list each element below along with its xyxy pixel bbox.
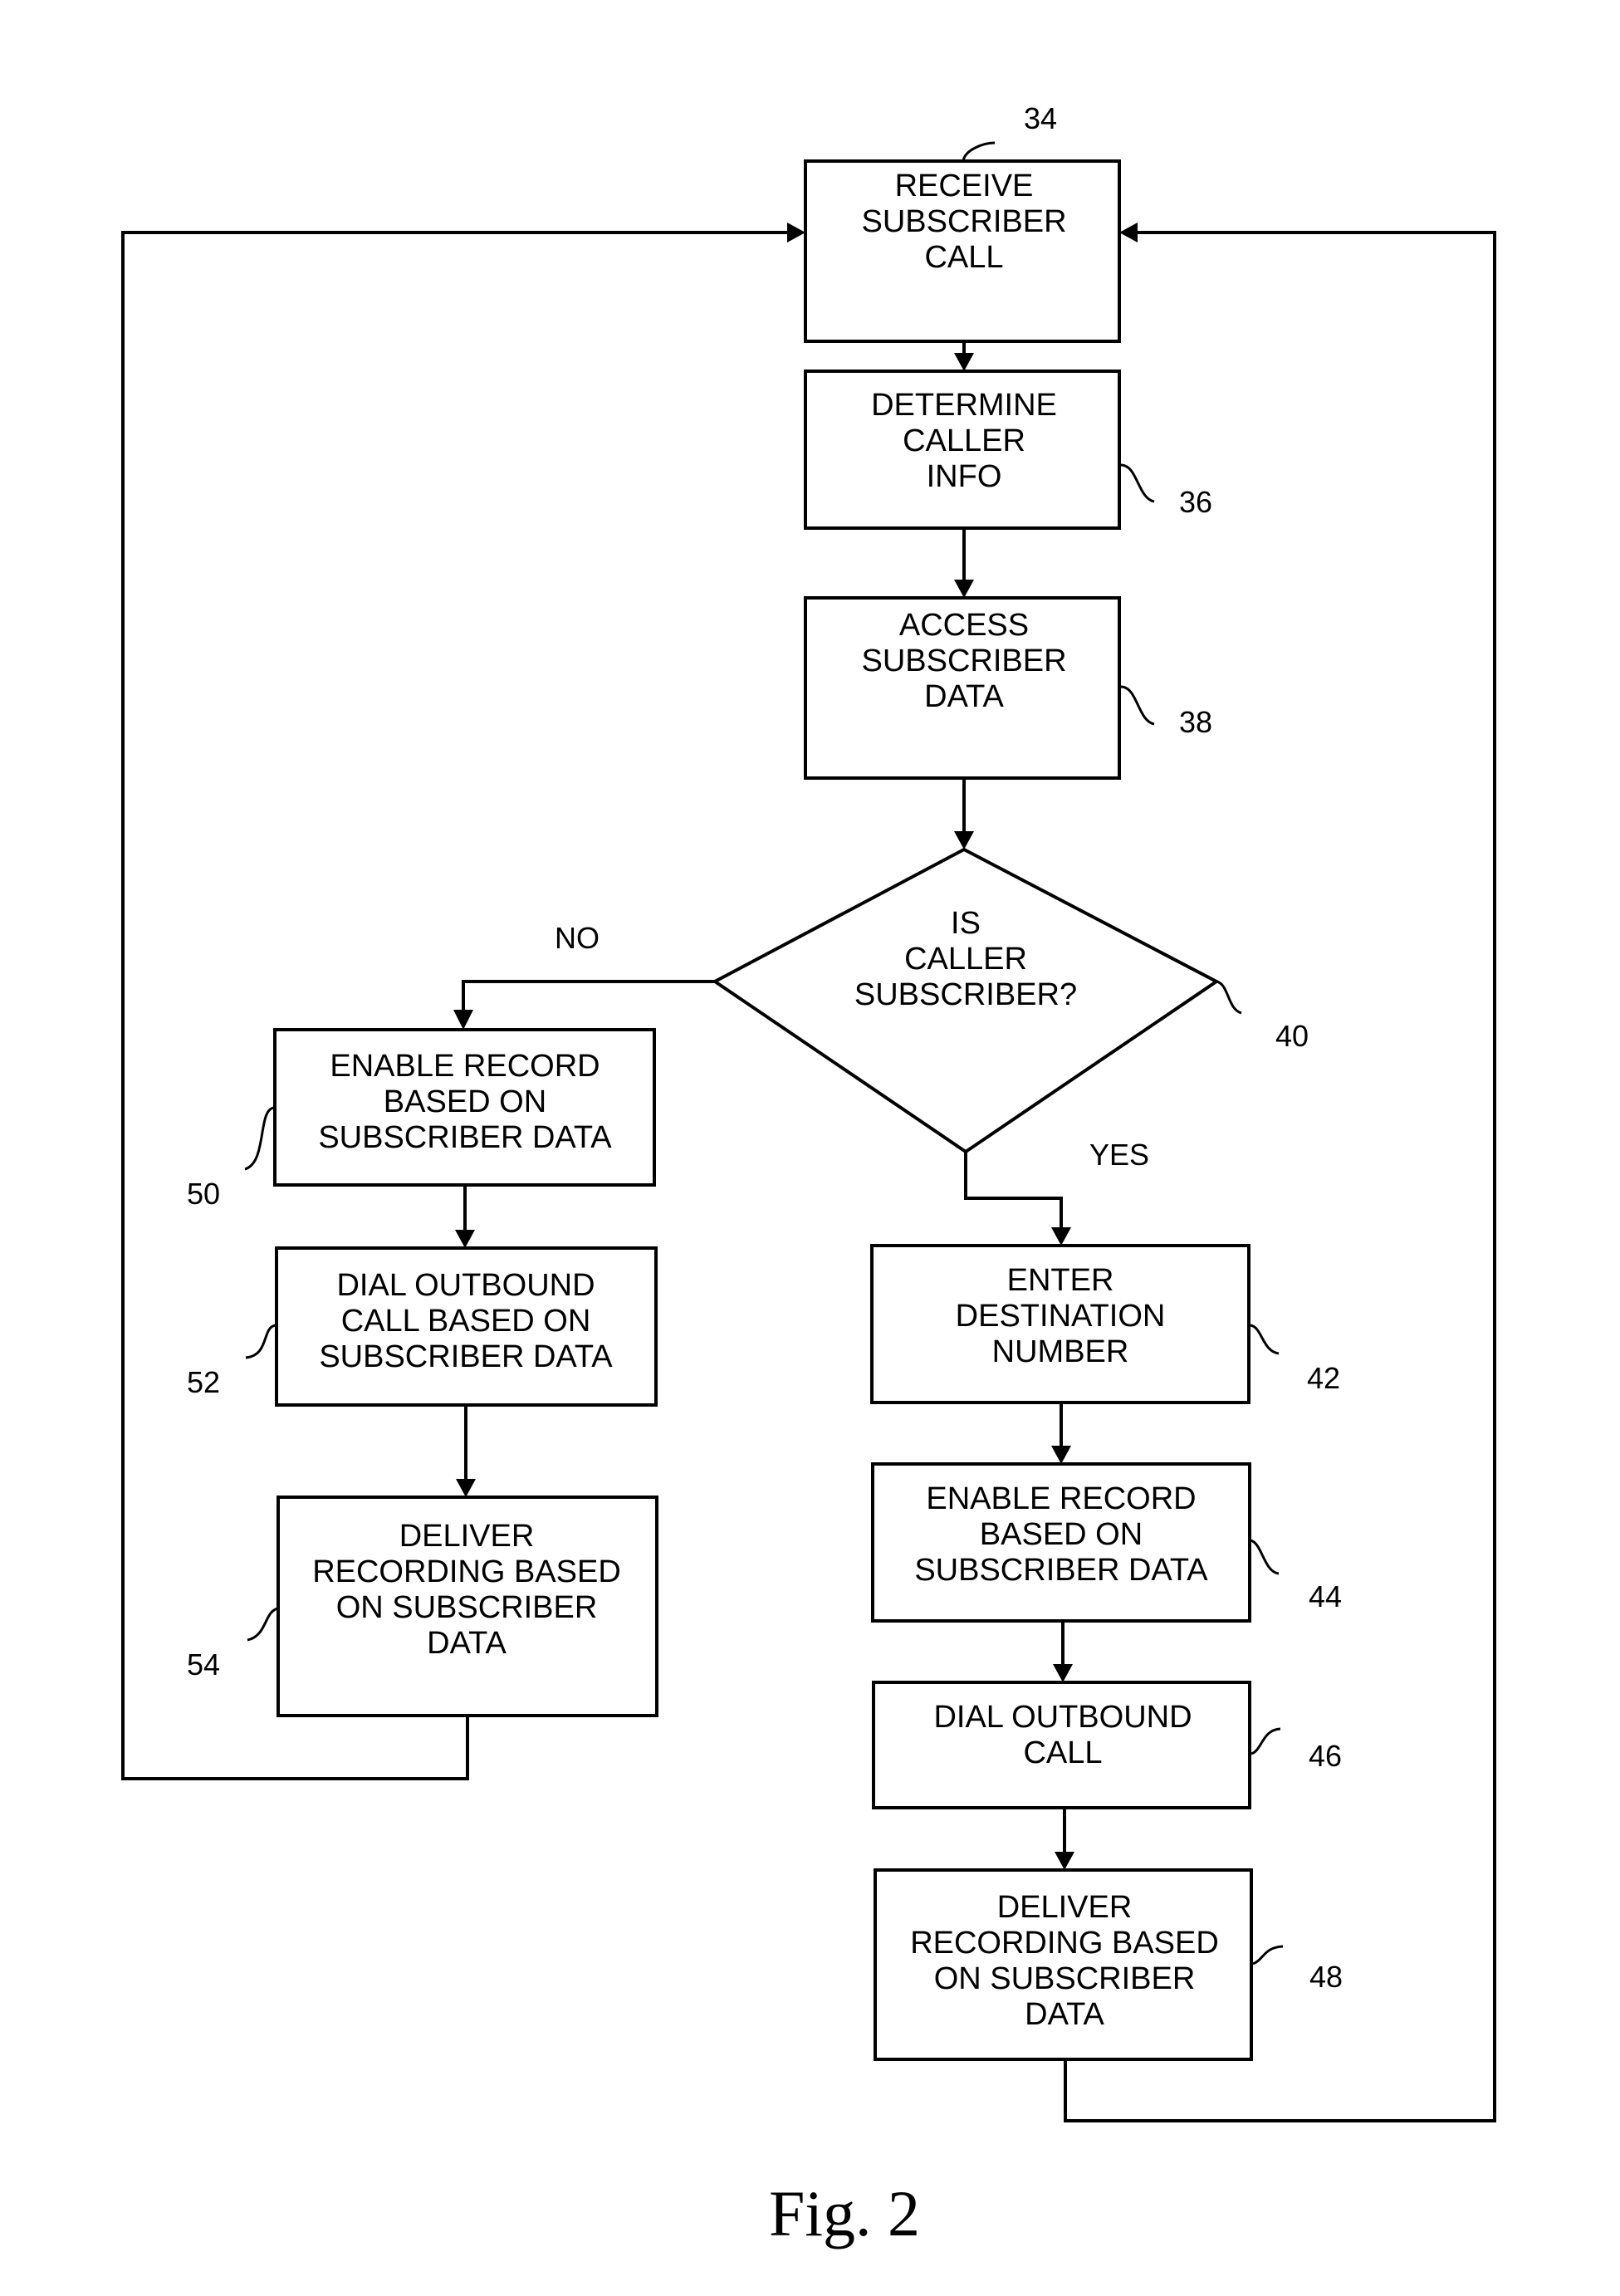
ref-numeral-54: 54 bbox=[187, 1647, 220, 1682]
node-42-line-2: DESTINATION bbox=[956, 1299, 1166, 1334]
node-52-line-3: SUBSCRIBER DATA bbox=[319, 1339, 613, 1374]
edge-40-50-no bbox=[462, 980, 715, 1010]
edge-40-42-yes bbox=[964, 1152, 1063, 1227]
node-40-line-1: IS bbox=[951, 906, 981, 941]
node-46-line-1: DIAL OUTBOUND bbox=[933, 1700, 1192, 1735]
ref-numeral-50: 50 bbox=[187, 1177, 220, 1211]
arrowhead-42-44 bbox=[1051, 1446, 1071, 1464]
node-44-line-2: BASED ON bbox=[980, 1517, 1143, 1552]
node-40-line-2: CALLER bbox=[904, 942, 1027, 977]
node-42-line-1: ENTER bbox=[1007, 1263, 1114, 1298]
node-52-line-1: DIAL OUTBOUND bbox=[336, 1268, 595, 1303]
arrowhead-34-36 bbox=[954, 353, 974, 371]
node-54-line-4: DATA bbox=[427, 1626, 507, 1661]
node-36-line-2: CALLER bbox=[903, 423, 1025, 458]
ref-numeral-44: 44 bbox=[1309, 1579, 1342, 1613]
arrowhead-50-52 bbox=[455, 1230, 475, 1248]
node-46-line-2: CALL bbox=[1023, 1735, 1102, 1770]
node-52-line-2: CALL BASED ON bbox=[341, 1304, 591, 1339]
node-44-line-3: SUBSCRIBER DATA bbox=[914, 1553, 1208, 1588]
ref-numeral-52: 52 bbox=[187, 1365, 220, 1399]
leader-42 bbox=[1250, 1324, 1280, 1355]
ref-numeral-40: 40 bbox=[1275, 1019, 1309, 1053]
node-36-line-1: DETERMINE bbox=[871, 388, 1057, 423]
ref-numeral-34: 34 bbox=[1024, 101, 1057, 135]
figure-caption: Fig. 2 bbox=[769, 2177, 920, 2249]
branch-label-yes: YES bbox=[1089, 1138, 1149, 1172]
leader-46 bbox=[1250, 1727, 1281, 1755]
leader-44 bbox=[1250, 1539, 1280, 1575]
node-48-line-3: ON SUBSCRIBER bbox=[934, 1961, 1196, 1996]
node-54-line-2: RECORDING BASED bbox=[312, 1554, 621, 1589]
ref-numeral-46: 46 bbox=[1309, 1739, 1342, 1773]
arrowhead-46-48 bbox=[1055, 1852, 1074, 1870]
node-38-line-3: DATA bbox=[924, 679, 1004, 714]
node-34-line-1: RECEIVE bbox=[895, 169, 1034, 203]
leader-50 bbox=[244, 1106, 275, 1171]
edge-48-34-loop bbox=[1064, 231, 1496, 2122]
node-40-line-3: SUBSCRIBER? bbox=[854, 977, 1077, 1012]
ref-numeral-38: 38 bbox=[1179, 705, 1212, 739]
node-50-line-1: ENABLE RECORD bbox=[330, 1049, 600, 1084]
leader-48 bbox=[1252, 1945, 1284, 1966]
node-38-line-1: ACCESS bbox=[899, 608, 1029, 643]
node-54-line-3: ON SUBSCRIBER bbox=[336, 1590, 598, 1625]
leader-54 bbox=[247, 1607, 279, 1642]
node-34-line-2: SUBSCRIBER bbox=[861, 204, 1066, 239]
node-50-line-2: BASED ON bbox=[384, 1084, 546, 1119]
node-34-line-3: CALL bbox=[924, 240, 1003, 275]
node-48-line-2: RECORDING BASED bbox=[910, 1926, 1219, 1961]
arrowhead-40-50 bbox=[453, 1010, 473, 1030]
ref-numeral-42: 42 bbox=[1307, 1361, 1340, 1395]
node-44-line-1: ENABLE RECORD bbox=[926, 1481, 1196, 1516]
arrowhead-54-34 bbox=[787, 223, 805, 242]
node-38-line-2: SUBSCRIBER bbox=[861, 644, 1066, 678]
leader-34 bbox=[962, 141, 996, 162]
flowchart-figure: RECEIVE SUBSCRIBER CALL DETERMINE CALLER… bbox=[121, 101, 1496, 2249]
branch-label-no: NO bbox=[555, 921, 600, 955]
arrowhead-48-34 bbox=[1119, 223, 1138, 242]
arrowhead-38-40 bbox=[954, 831, 974, 849]
arrowhead-40-42 bbox=[1051, 1227, 1071, 1246]
arrowhead-44-46 bbox=[1053, 1664, 1073, 1682]
node-48-line-1: DELIVER bbox=[997, 1890, 1133, 1925]
node-36-line-3: INFO bbox=[927, 459, 1002, 494]
leader-52 bbox=[245, 1324, 277, 1359]
leader-36 bbox=[1120, 463, 1155, 503]
leader-40 bbox=[1216, 980, 1242, 1015]
arrowhead-36-38 bbox=[954, 580, 974, 598]
leader-38 bbox=[1120, 685, 1155, 726]
node-42-line-3: NUMBER bbox=[992, 1334, 1129, 1369]
node-54-line-1: DELIVER bbox=[399, 1519, 535, 1554]
ref-numeral-48: 48 bbox=[1309, 1960, 1343, 1994]
node-50-line-3: SUBSCRIBER DATA bbox=[318, 1120, 612, 1155]
ref-numeral-36: 36 bbox=[1179, 485, 1212, 519]
arrowhead-52-54 bbox=[456, 1479, 476, 1497]
node-48-line-4: DATA bbox=[1025, 1997, 1104, 2032]
